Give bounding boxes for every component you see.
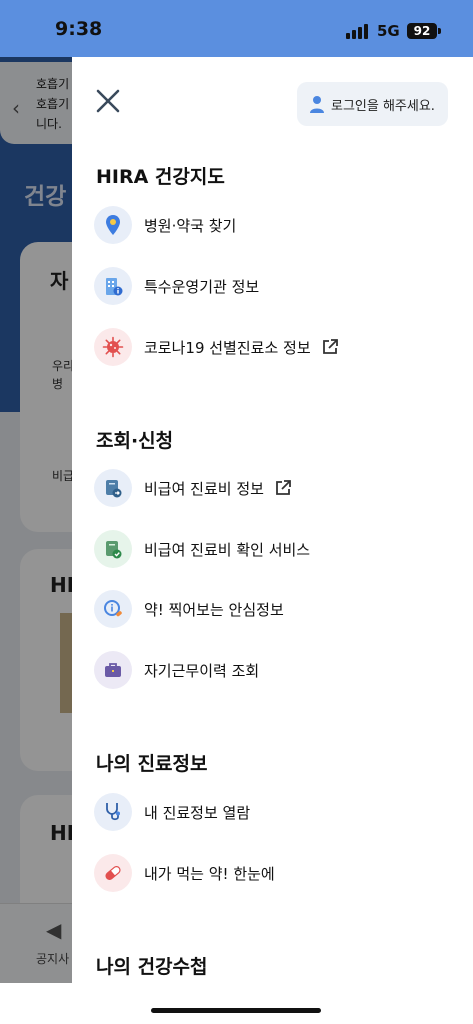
section-title-my-medical: 나의 진료정보 [96, 753, 208, 775]
battery-icon: 92 [407, 23, 437, 39]
menu-label: 약! 찍어보는 안심정보 [144, 600, 284, 619]
login-label: 로그인을 해주세요. [331, 98, 435, 114]
home-indicator[interactable] [151, 1008, 321, 1013]
home-indicator-area [0, 983, 473, 1024]
close-icon [96, 89, 120, 113]
menu-item-pill-scan[interactable]: 약! 찍어보는 안심정보 [94, 587, 454, 631]
side-drawer: 로그인을 해주세요. HIRA 건강지도 병원·약국 찾기 특수운영기관 정보 [72, 57, 473, 983]
menu-item-noncovered-check[interactable]: 비급여 진료비 확인 서비스 [94, 527, 454, 571]
building-info-icon [94, 267, 132, 305]
map-pin-icon [94, 206, 132, 244]
menu-item-covid-clinic[interactable]: 코로나19 선별진료소 정보 [94, 325, 454, 369]
bill-arrow-icon [94, 469, 132, 507]
signal-icon [346, 23, 370, 39]
menu-label: 병원·약국 찾기 [144, 216, 237, 235]
external-link-icon [276, 480, 291, 495]
section-title-health-notebook: 나의 건강수첩 [96, 956, 208, 978]
menu-label: 특수운영기관 정보 [144, 277, 260, 296]
pill-info-icon [94, 590, 132, 628]
menu-label: 비급여 진료비 확인 서비스 [144, 540, 311, 559]
menu-label: 자기근무이력 조회 [144, 661, 260, 680]
menu-item-my-medicine[interactable]: 내가 먹는 약! 한눈에 [94, 851, 454, 895]
close-button[interactable] [94, 87, 122, 115]
virus-icon [94, 328, 132, 366]
briefcase-icon [94, 651, 132, 689]
external-link-icon [322, 339, 338, 354]
network-label: 5G [377, 22, 400, 40]
user-icon [310, 96, 324, 113]
menu-item-work-history[interactable]: 자기근무이력 조회 [94, 648, 454, 692]
menu-item-hospital-search[interactable]: 병원·약국 찾기 [94, 203, 454, 247]
bill-check-icon [94, 530, 132, 568]
status-time: 9:38 [55, 18, 103, 40]
stethoscope-icon [94, 793, 132, 831]
section-title-inquiry: 조회·신청 [96, 430, 174, 452]
battery-tip [438, 28, 441, 34]
menu-label: 내가 먹는 약! 한눈에 [144, 864, 275, 883]
menu-item-my-medical-info[interactable]: 내 진료정보 열람 [94, 790, 454, 834]
login-button[interactable]: 로그인을 해주세요. [297, 82, 448, 126]
section-title-hira-map: HIRA 건강지도 [96, 166, 225, 188]
menu-label: 내 진료정보 열람 [144, 803, 251, 822]
status-bar: 9:38 5G 92 [0, 0, 473, 57]
menu-label: 코로나19 선별진료소 정보 [144, 338, 311, 357]
menu-item-special-institution[interactable]: 특수운영기관 정보 [94, 264, 454, 308]
capsule-icon [94, 854, 132, 892]
menu-label: 비급여 진료비 정보 [144, 479, 264, 498]
menu-item-noncovered-cost[interactable]: 비급여 진료비 정보 [94, 466, 454, 510]
